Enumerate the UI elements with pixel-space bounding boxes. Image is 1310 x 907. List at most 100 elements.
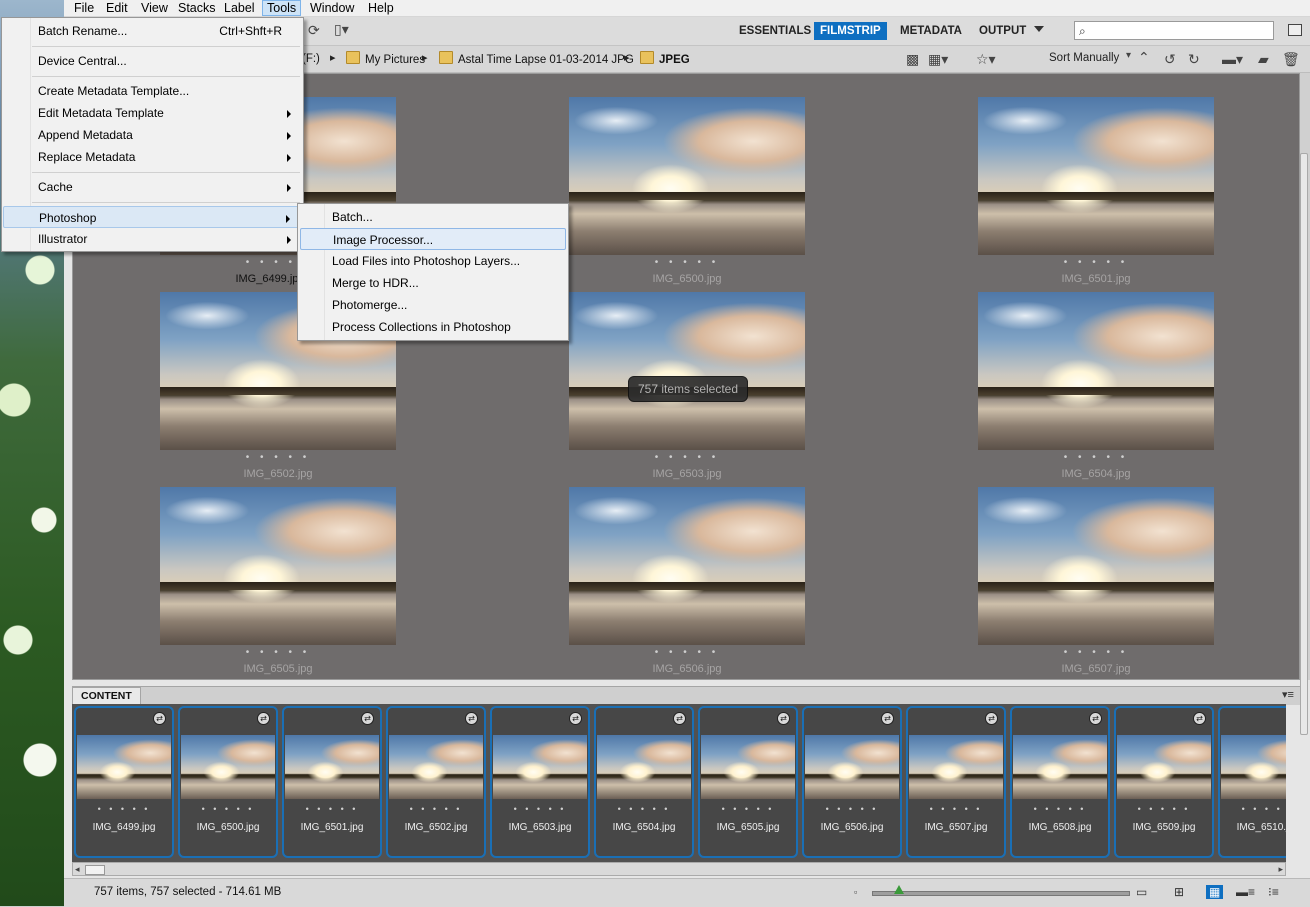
filmstrip-item[interactable]: ⇄ • • • • • IMG_6508.jpg [1010,706,1110,858]
menu-label[interactable]: Label [220,0,259,16]
rating-dots[interactable]: • • • • • [908,804,1004,814]
thumbnail-filename[interactable]: IMG_6505.jpg [160,663,396,675]
filmstrip-filename[interactable]: IMG_6507.jpg [908,822,1004,833]
filmstrip-filename[interactable]: IMG_6502.jpg [388,822,484,833]
workspace-more-chevron-icon[interactable] [1034,26,1044,32]
submenu-item-batch[interactable]: Batch... [300,206,566,228]
rating-dots[interactable]: • • • • • [804,804,900,814]
rating-dots[interactable]: • • • • • [569,452,805,463]
menu-stacks[interactable]: Stacks [174,0,220,16]
thumbnail-quality-icon[interactable]: ▦▾ [928,51,948,68]
view-thumbnails-icon[interactable]: ▦ [1206,885,1224,899]
breadcrumb-my-pictures[interactable]: My Pictures [346,51,425,67]
submenu-item-photomerge[interactable]: Photomerge... [300,294,566,316]
submenu-item-merge-to-hdr[interactable]: Merge to HDR... [300,272,566,294]
trash-icon[interactable]: 🗑 [1282,51,1300,68]
rating-dots[interactable]: • • • • • [1012,804,1108,814]
menu-item-cache[interactable]: Cache [3,176,300,198]
filmstrip-item[interactable]: ⇄• • • • •IMG_6510.jpg [1218,706,1286,858]
rating-dots[interactable]: • • • • • [284,804,380,814]
content-vertical-scrollbar[interactable] [1300,73,1310,735]
workspace-metadata[interactable]: METADATA [894,22,968,40]
menu-help[interactable]: Help [364,0,398,16]
filmstrip-filename[interactable]: IMG_6506.jpg [804,822,900,833]
workspace-essentials[interactable]: ESSENTIALS [733,22,817,40]
menu-item-create-metadata-template[interactable]: Create Metadata Template... [3,80,300,102]
thumbnail-filename[interactable]: IMG_6504.jpg [978,468,1214,480]
menu-item-edit-metadata-template[interactable]: Edit Metadata Template [3,102,300,124]
thumbnail-filename[interactable]: IMG_6501.jpg [978,273,1214,285]
menu-tools[interactable]: Tools [262,0,302,16]
output-status-icon[interactable]: ⇄ [1193,712,1206,725]
rotate-left-icon[interactable]: ↺ [1164,51,1176,68]
menu-window[interactable]: Window [306,0,358,16]
output-status-icon[interactable]: ⇄ [361,712,374,725]
output-status-icon[interactable]: ⇄ [1089,712,1102,725]
filmstrip-item[interactable]: ⇄ • • • • • IMG_6507.jpg [906,706,1006,858]
breadcrumb-separator-icon[interactable]: ▸ [422,51,428,64]
breadcrumb-drive[interactable]: (F:) [302,51,320,67]
filmstrip-filename[interactable]: IMG_6500.jpg [180,822,276,833]
submenu-item-image-processor[interactable]: Image Processor... [300,228,566,250]
filmstrip-filename[interactable]: IMG_6508.jpg [1012,822,1108,833]
filmstrip-item[interactable]: ⇄ • • • • • IMG_6501.jpg [282,706,382,858]
search-box[interactable]: ⌕ [1074,21,1274,40]
submenu-item-process-collections[interactable]: Process Collections in Photoshop [300,316,566,338]
rating-dots[interactable]: • • • • • [569,257,805,268]
scrollbar-thumb[interactable] [85,865,105,875]
scroll-right-arrow-icon[interactable]: ▸ [1278,863,1283,875]
menu-file[interactable]: File [70,0,98,16]
filmstrip-item[interactable]: ⇄ • • • • • IMG_6509.jpg [1114,706,1214,858]
menu-item-photoshop[interactable]: Photoshop [3,206,300,228]
output-status-icon[interactable]: ⇄ [465,712,478,725]
thumbnail-filename[interactable]: IMG_6507.jpg [978,663,1214,675]
sort-dropdown[interactable]: Sort Manually [1049,52,1119,64]
rotate-right-icon[interactable]: ↻ [1188,51,1200,68]
view-list-icon[interactable]: ⁝≡ [1268,885,1279,899]
breadcrumb-astal-folder[interactable]: Astal Time Lapse 01-03-2014 JPG [439,51,634,67]
panel-menu-icon[interactable]: ▾≡ [1282,688,1294,701]
rating-dots[interactable]: • • • • • [388,804,484,814]
thumbnail-size-slider[interactable] [872,891,1130,896]
output-status-icon[interactable]: ⇄ [569,712,582,725]
rating-dots[interactable]: • • • • • [978,647,1214,658]
open-recent-folder-icon[interactable]: ▬▾ [1222,51,1243,68]
rating-dots[interactable]: • • • • • [569,647,805,658]
thumbnail-filename[interactable]: IMG_6506.jpg [569,663,805,675]
filmstrip-filename[interactable]: IMG_6510.jpg [1220,822,1286,833]
filmstrip-item[interactable]: ⇄ • • • • • IMG_6504.jpg [594,706,694,858]
filmstrip-filename[interactable]: IMG_6503.jpg [492,822,588,833]
breadcrumb-jpeg[interactable]: JPEG [640,51,690,67]
menu-item-illustrator[interactable]: Illustrator [3,228,300,250]
filter-quality-icon[interactable]: ▩ [906,51,919,68]
menu-edit[interactable]: Edit [102,0,132,16]
breadcrumb-separator-icon[interactable]: ▸ [330,51,336,64]
view-details-icon[interactable]: ▬≡ [1236,885,1255,899]
filmstrip-filename[interactable]: IMG_6501.jpg [284,822,380,833]
output-status-icon[interactable]: ⇄ [673,712,686,725]
rating-dots[interactable]: • • • • • [978,452,1214,463]
output-status-icon[interactable]: ⇄ [153,712,166,725]
thumbnail-image[interactable] [569,292,805,450]
filmstrip[interactable]: ⇄ • • • • • IMG_6499.jpg ⇄ • • • • • IMG_650… [72,704,1286,862]
sort-dropdown-chevron-icon[interactable]: ▾ [1126,50,1131,61]
rating-dots[interactable]: • • • • • [700,804,796,814]
rating-dots[interactable]: • • • • • [1220,804,1286,814]
zoom-out-icon[interactable]: ▫ [854,887,857,901]
tab-content[interactable]: CONTENT [72,687,141,705]
filmstrip-filename[interactable]: IMG_6504.jpg [596,822,692,833]
rating-dots[interactable]: • • • • • [160,452,396,463]
output-status-icon[interactable]: ⇄ [985,712,998,725]
filmstrip-filename[interactable]: IMG_6509.jpg [1116,822,1212,833]
filmstrip-filename[interactable]: IMG_6505.jpg [700,822,796,833]
search-input[interactable] [1097,24,1271,39]
filmstrip-item[interactable]: ⇄ • • • • • IMG_6506.jpg [802,706,902,858]
thumbnail-image[interactable] [569,97,805,255]
thumbnail-filename[interactable]: IMG_6500.jpg [569,273,805,285]
scroll-left-arrow-icon[interactable]: ◂ [75,863,80,875]
menu-item-device-central[interactable]: Device Central... [3,50,300,72]
thumbnail-filename[interactable]: IMG_6503.jpg [569,468,805,480]
slider-handle[interactable] [894,885,904,894]
thumbnail-image[interactable] [978,292,1214,450]
filmstrip-horizontal-scrollbar[interactable]: ◂ ▸ [72,862,1286,876]
